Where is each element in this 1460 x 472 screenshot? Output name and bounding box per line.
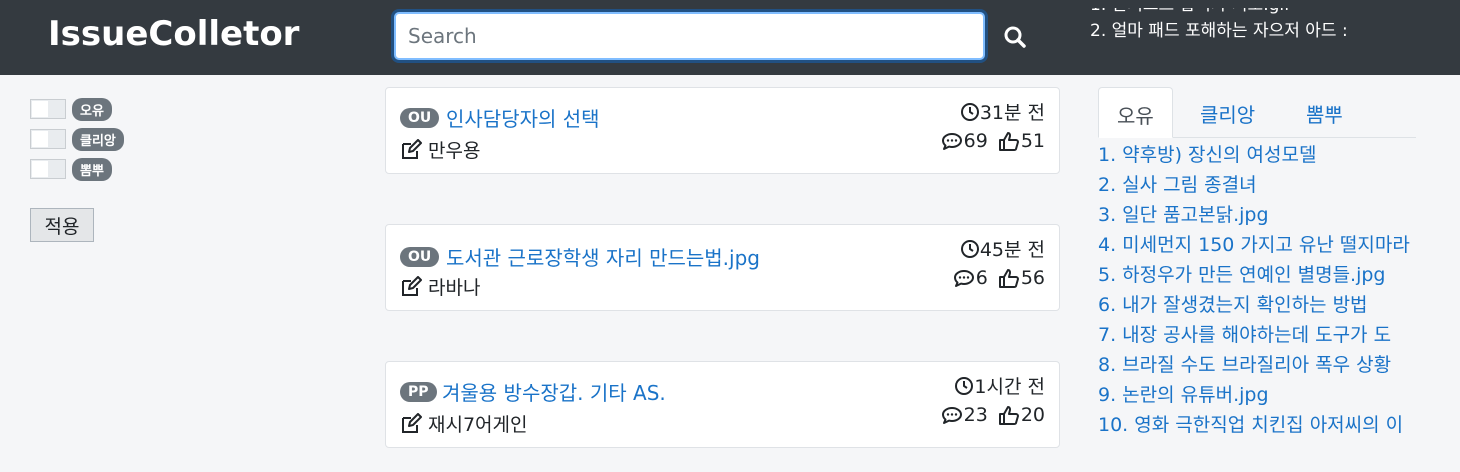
post-card: OU 인사담당자의 선택 만우용 31분 전 69 51: [385, 87, 1060, 174]
thumbs-up-icon: [998, 406, 1019, 425]
ranking-item[interactable]: 9. 논란의 유튜버.jpg: [1098, 380, 1416, 410]
post-author-name: 만우용: [428, 140, 481, 162]
post-time-text: 1시간 전: [974, 376, 1045, 398]
tab-ou[interactable]: 오유: [1098, 87, 1173, 138]
ranking-item[interactable]: 7. 내장 공사를 해야하는데 도구가 도: [1098, 320, 1416, 350]
filter-toggle-ou[interactable]: [30, 99, 66, 119]
post-time: 45분 전: [960, 235, 1045, 262]
comment-count: 6: [953, 267, 988, 289]
post-card: OU 도서관 근로장학생 자리 만드는법.jpg 라바나 45분 전 6 56: [385, 224, 1060, 311]
filter-badge-clien: 클리앙: [72, 127, 124, 151]
search-input[interactable]: [394, 12, 985, 60]
filter-badge-ou: 오유: [72, 97, 112, 121]
comment-icon: [953, 270, 974, 287]
clock-icon: [955, 376, 974, 395]
post-author: 재시7어게인: [400, 410, 528, 437]
post-author-name: 라바나: [428, 277, 481, 299]
thumbs-up-icon: [998, 132, 1019, 151]
ranking-item[interactable]: 4. 미세먼지 150 가지고 유난 떨지마라: [1098, 230, 1416, 260]
clock-icon: [960, 239, 979, 258]
post-title-link[interactable]: 겨울용 방수장갑. 기타 AS.: [442, 377, 666, 406]
edit-icon: [402, 275, 422, 296]
like-count: 20: [998, 404, 1045, 426]
comment-count-text: 69: [963, 130, 988, 152]
post-time: 31분 전: [960, 98, 1045, 125]
like-count: 56: [998, 267, 1045, 289]
filter-row-ou: 오유: [30, 94, 124, 124]
ranking-item[interactable]: 2. 실사 그림 종결녀: [1098, 170, 1416, 200]
ranking-tabs: 오유 클리앙 뽐뿌: [1098, 87, 1416, 138]
comment-icon: [941, 407, 962, 424]
source-badge: OU: [400, 108, 440, 128]
edit-icon: [402, 138, 422, 159]
search-icon: [1004, 26, 1026, 48]
trending-ticker: 1. 단거교드 합니가 지도.gif 2. 얼마 패드 포해하는 자으저 아드 …: [1090, 8, 1400, 60]
filter-badge-ppomppu: 뽐뿌: [72, 157, 112, 181]
post-author: 라바나: [400, 273, 480, 300]
post-time-text: 31분 전: [979, 102, 1045, 124]
ranking-item[interactable]: 5. 하정우가 만든 연예인 별명들.jpg: [1098, 260, 1416, 290]
comment-icon: [941, 133, 962, 150]
brand-logo[interactable]: IssueColletor: [48, 14, 299, 54]
filter-row-clien: 클리앙: [30, 124, 124, 154]
search-button[interactable]: [998, 20, 1032, 54]
filter-toggle-clien[interactable]: [30, 129, 66, 149]
filter-toggle-ppomppu[interactable]: [30, 159, 66, 179]
comment-count: 69: [941, 130, 988, 152]
comment-count-text: 23: [963, 404, 988, 426]
navbar: IssueColletor 1. 단거교드 합니가 지도.gif 2. 얼마 패…: [0, 0, 1460, 75]
post-title-link[interactable]: 도서관 근로장학생 자리 만드는법.jpg: [446, 242, 760, 271]
like-count-text: 51: [1020, 130, 1045, 152]
like-count-text: 56: [1020, 267, 1045, 289]
thumbs-up-icon: [998, 269, 1019, 288]
post-title-link[interactable]: 인사담당자의 선택: [446, 103, 600, 132]
filter-row-ppomppu: 뽐뿌: [30, 154, 124, 184]
ranking-item[interactable]: 8. 브라질 수도 브라질리아 폭우 상황: [1098, 350, 1416, 380]
like-count: 51: [998, 130, 1045, 152]
post-stats: 23 20: [941, 404, 1045, 426]
post-stats: 6 56: [953, 267, 1045, 289]
post-card: PP 겨울용 방수장갑. 기타 AS. 재시7어게인 1시간 전 23 20: [385, 361, 1060, 448]
like-count-text: 20: [1020, 404, 1045, 426]
tab-clien[interactable]: 클리앙: [1182, 87, 1273, 138]
comment-count: 23: [941, 404, 988, 426]
clock-icon: [960, 102, 979, 121]
source-badge: PP: [400, 382, 437, 402]
ranking-item[interactable]: 3. 일단 품고본닭.jpg: [1098, 200, 1416, 230]
comment-count-text: 6: [975, 267, 988, 289]
ranking-list: 1. 약후방) 장신의 여성모델 2. 실사 그림 종결녀 3. 일단 품고본닭…: [1098, 140, 1416, 440]
post-stats: 69 51: [941, 130, 1045, 152]
ranking-item[interactable]: 1. 약후방) 장신의 여성모델: [1098, 140, 1416, 170]
source-badge: OU: [400, 247, 440, 267]
post-author: 만우용: [400, 136, 480, 163]
post-time: 1시간 전: [954, 372, 1045, 399]
tab-ppomppu[interactable]: 뽐뿌: [1288, 87, 1361, 138]
source-filters: 오유 클리앙 뽐뿌: [30, 94, 124, 184]
post-author-name: 재시7어게인: [428, 414, 528, 436]
ticker-item[interactable]: 1. 단거교드 합니가 지도.gif: [1090, 8, 1400, 18]
post-time-text: 45분 전: [979, 239, 1045, 261]
ranking-item[interactable]: 6. 내가 잘생겼는지 확인하는 방법: [1098, 290, 1416, 320]
ranking-item[interactable]: 10. 영화 극한직업 치킨집 아저씨의 이: [1098, 410, 1416, 440]
ticker-item[interactable]: 2. 얼마 패드 포해하는 자으저 아드 :: [1090, 18, 1400, 44]
edit-icon: [402, 412, 422, 433]
apply-button[interactable]: 적용: [30, 208, 94, 242]
